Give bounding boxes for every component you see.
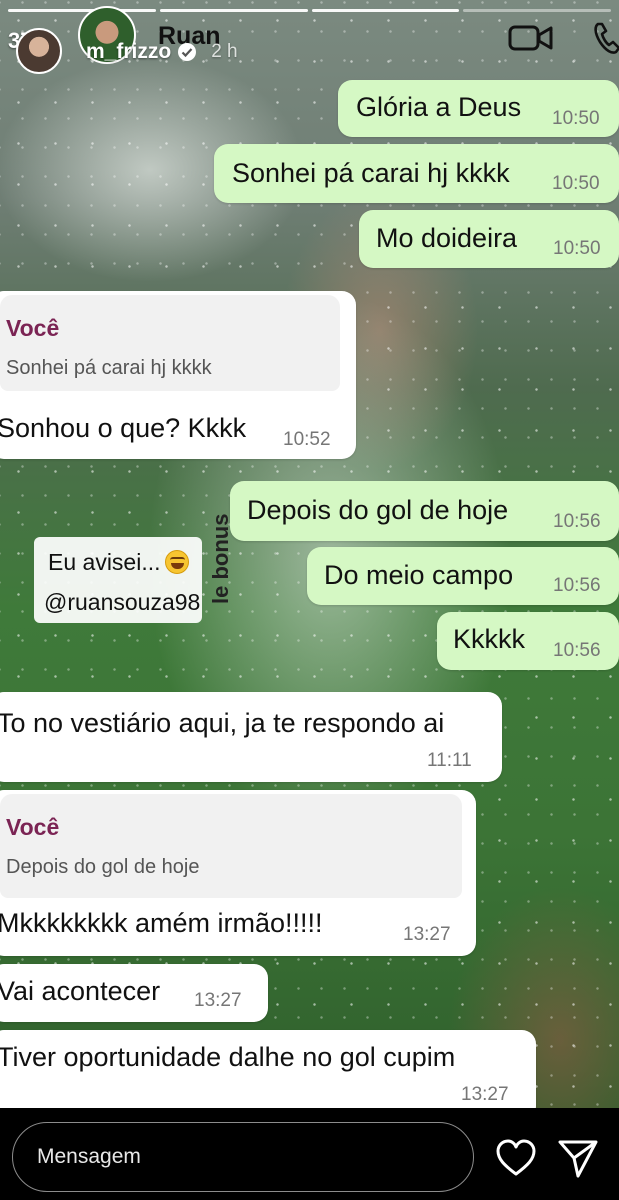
quote-text: Depois do gol de hoje [6,856,200,878]
message-text: Mkkkkkkkk amém irmão!!!!! [0,908,323,938]
verified-icon [178,43,197,61]
quote-author: Você [6,315,60,341]
send-icon[interactable] [556,1136,600,1180]
sticker-mention[interactable]: @ruansouza98 [44,589,200,616]
story-username-row[interactable]: m_frizzo 2 h [86,40,238,64]
message-time: 11:11 [427,750,472,771]
message-bubble-in: Você Depois do gol de hoje Mkkkkkkkk amé… [0,790,476,956]
message-time: 10:50 [552,108,600,129]
message-bubble-out: Sonhei pá carai hj kkkk 10:50 [214,144,619,203]
message-input[interactable]: Mensagem [12,1122,474,1192]
message-bubble-in: Tiver oportunidade dalhe no gol cupim 13… [0,1030,536,1108]
laughing-emoji-icon [164,550,189,574]
message-text: To no vestiário aqui, ja te respondo ai [0,708,445,738]
message-text: Tiver oportunidade dalhe no gol cupim [0,1042,456,1072]
message-bubble-out: Kkkkk 10:56 [437,612,619,670]
message-text: Mo doideira [376,223,518,253]
message-time: 10:50 [553,238,601,259]
progress-segment [311,9,460,12]
message-text: Vai acontecer [0,976,161,1006]
message-bubble-out: Glória a Deus 10:50 [338,80,619,137]
message-text: Sonhei pá carai hj kkkk [232,158,510,188]
video-call-icon [508,25,553,51]
message-text: Depois do gol de hoje [247,495,509,525]
message-bubble-in: To no vestiário aqui, ja te respondo ai … [0,692,502,782]
progress-segment [159,9,308,12]
message-input-placeholder: Mensagem [37,1145,141,1168]
message-text: Kkkkk [453,624,526,654]
chat-contact-avatar [16,28,62,74]
message-bubble-out: Mo doideira 10:50 [359,210,619,268]
message-bubble-in: Vai acontecer 13:27 [0,964,268,1022]
message-time: 10:56 [553,575,601,596]
quote-text: Sonhei pá carai hj kkkk [6,357,212,379]
sticker-text: Eu avisei... [48,549,189,576]
phone-icon [594,22,619,54]
message-text: Do meio campo [324,560,514,590]
sticker-line: Eu avisei... [48,549,161,575]
story-media: 37 Ruan m_frizzo 2 h Glória a Deus 10:50… [0,0,619,1108]
mention-sticker[interactable]: Eu avisei... @ruansouza98 [34,537,202,623]
progress-segment [8,9,156,12]
message-time: 13:27 [403,924,451,945]
message-time: 10:56 [553,511,601,532]
story-time-ago: 2 h [211,41,238,62]
heart-icon[interactable] [494,1138,538,1178]
quote-author: Você [6,814,60,840]
story-reply-bar: Mensagem [0,1108,619,1200]
message-time: 10:56 [553,640,601,661]
message-time: 13:27 [194,990,242,1011]
message-time: 10:52 [283,429,331,450]
message-bubble-out: Depois do gol de hoje 10:56 [230,481,619,541]
message-bubble-in: Você Sonhei pá carai hj kkkk Sonhou o qu… [0,291,356,459]
quoted-message[interactable]: Você Sonhei pá carai hj kkkk [0,295,340,391]
story-username[interactable]: m_frizzo [86,40,171,64]
message-bubble-out: Do meio campo 10:56 [307,547,619,605]
message-text: Sonhou o que? Kkkk [0,413,247,443]
quoted-message[interactable]: Você Depois do gol de hoje [0,794,462,898]
jersey-text: le bonus [208,513,233,604]
message-time: 13:27 [461,1084,509,1105]
message-time: 10:50 [552,173,600,194]
progress-segment [463,9,611,12]
message-text: Glória a Deus [356,92,522,122]
